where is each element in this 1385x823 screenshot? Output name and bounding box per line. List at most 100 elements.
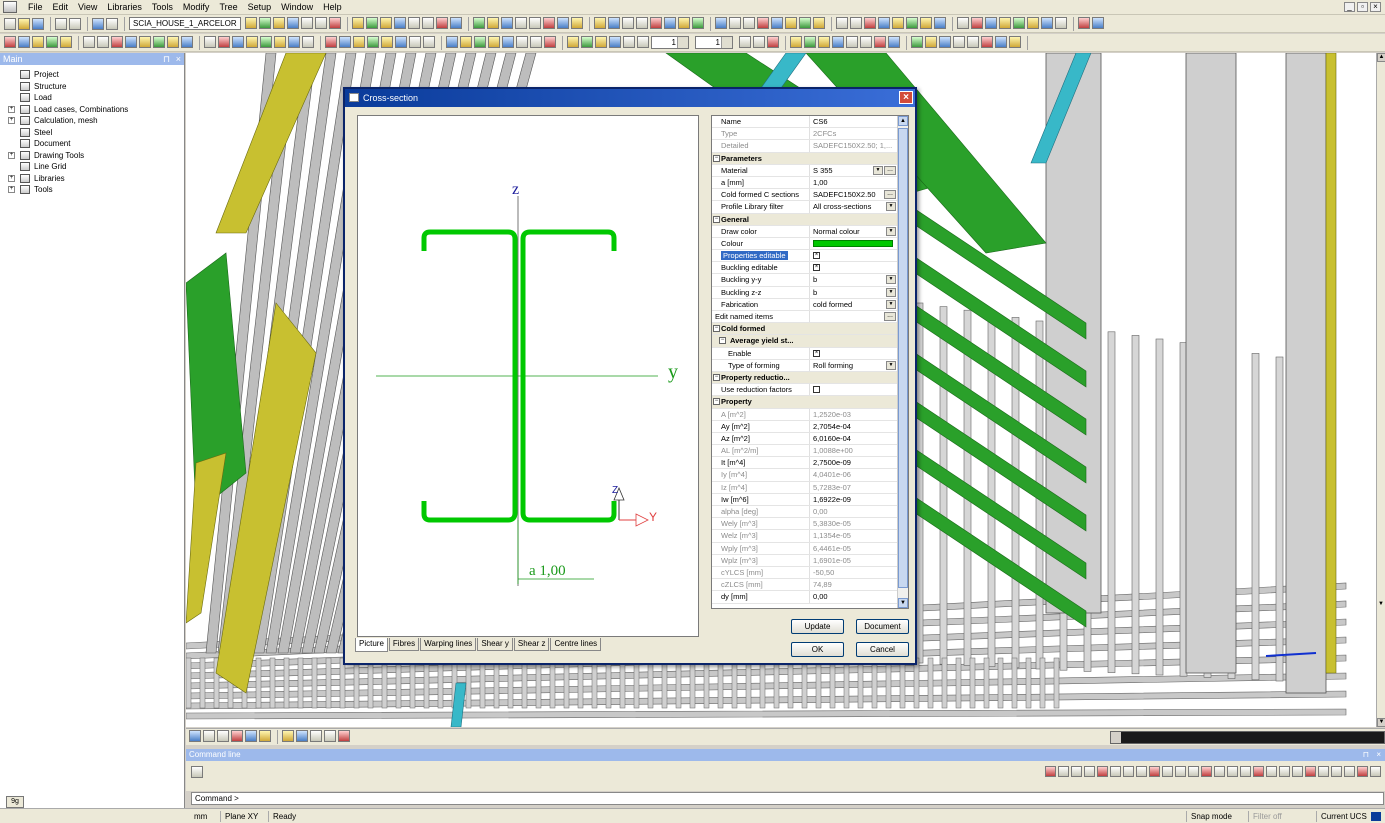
document-button[interactable]: Document: [856, 619, 909, 634]
tab-picture[interactable]: Picture: [355, 638, 388, 652]
tool-button-icon[interactable]: [395, 35, 407, 48]
dropdown-arrow-icon[interactable]: ▼: [886, 226, 896, 236]
category-cold-formed[interactable]: − Cold formed: [712, 323, 897, 336]
tool-button-icon[interactable]: [139, 35, 151, 48]
expand-icon[interactable]: +: [8, 174, 15, 182]
menu-libraries[interactable]: Libraries: [102, 0, 147, 15]
tree-item-line-grid[interactable]: Line Grid: [0, 161, 184, 173]
tree-item-project[interactable]: Project: [0, 69, 184, 81]
close-icon[interactable]: ×: [1376, 749, 1381, 761]
tree-item-calculation-mesh[interactable]: + Calculation, mesh: [0, 115, 184, 127]
pin-icon[interactable]: ⊓: [163, 53, 170, 65]
tool-button-icon[interactable]: [394, 16, 406, 29]
property-row-iw-m-6[interactable]: Iw [m^6] 1,6922e-09: [712, 493, 897, 506]
tab-centre-lines[interactable]: Centre lines: [550, 638, 602, 651]
tool-button-icon[interactable]: [595, 35, 607, 48]
tool-button-icon[interactable]: [692, 16, 704, 29]
property-row-use-reduction-factors[interactable]: Use reduction factors: [712, 384, 897, 397]
snap-icon[interactable]: [1318, 766, 1329, 777]
main-tab[interactable]: 9g: [6, 796, 24, 808]
tool-button-icon[interactable]: [282, 730, 294, 742]
tool-button-icon[interactable]: [925, 35, 937, 48]
tool-button-icon[interactable]: [310, 730, 322, 742]
tool-button-icon[interactable]: [892, 16, 904, 29]
tool-button-icon[interactable]: [1009, 35, 1021, 48]
property-value[interactable]: ×: [811, 262, 897, 273]
property-row-alpha-deg[interactable]: alpha [deg] 0,00: [712, 506, 897, 519]
tool-button-icon[interactable]: [637, 35, 649, 48]
menu-view[interactable]: View: [73, 0, 102, 15]
spin-input-2[interactable]: 1: [695, 36, 733, 49]
snap-icon[interactable]: [1136, 766, 1147, 777]
tool-button-icon[interactable]: [544, 35, 556, 48]
tree-item-load[interactable]: Load: [0, 92, 184, 104]
snap-icon[interactable]: [1253, 766, 1264, 777]
tool-button-icon[interactable]: [664, 16, 676, 29]
tool-button-icon[interactable]: [18, 35, 30, 48]
colour-swatch[interactable]: [813, 239, 893, 247]
open-folder-icon[interactable]: [18, 17, 30, 30]
tool-button-icon[interactable]: [181, 35, 193, 48]
restore-icon[interactable]: ▫: [1357, 2, 1368, 12]
viewport-hscroll[interactable]: [1110, 731, 1385, 744]
tool-button-icon[interactable]: [408, 16, 420, 29]
property-value[interactable]: 1,6922e-09: [811, 494, 897, 505]
tool-button-icon[interactable]: [609, 35, 621, 48]
tool-button-icon[interactable]: [971, 16, 983, 29]
property-value[interactable]: 0,00: [811, 591, 897, 602]
property-row-al-m-2-m[interactable]: AL [m^2/m] 1,0088e+00: [712, 445, 897, 458]
status-current-ucs[interactable]: Current UCS: [1316, 811, 1367, 822]
tool-button-icon[interactable]: [315, 16, 327, 29]
tool-button-icon[interactable]: [799, 16, 811, 29]
tool-button-icon[interactable]: [4, 35, 16, 48]
snap-icon[interactable]: [1175, 766, 1186, 777]
tool-button-icon[interactable]: [515, 16, 527, 29]
tool-button-icon[interactable]: [1027, 16, 1039, 29]
tool-button-icon[interactable]: [543, 16, 555, 29]
tree-item-structure[interactable]: Structure: [0, 81, 184, 93]
scroll-down-icon[interactable]: ▼: [1377, 718, 1385, 727]
property-row-iy-m-4[interactable]: Iy [m^4] 4,0401e-06: [712, 469, 897, 482]
property-row-draw-color[interactable]: Draw color Normal colour ▼: [712, 225, 897, 238]
tool-button-icon[interactable]: [487, 16, 499, 29]
tool-button-icon[interactable]: [985, 16, 997, 29]
tool-button-icon[interactable]: [60, 35, 72, 48]
snap-icon[interactable]: [1071, 766, 1082, 777]
tool-button-icon[interactable]: [934, 16, 946, 29]
tool-button-icon[interactable]: [97, 35, 109, 48]
tool-button-icon[interactable]: [381, 35, 393, 48]
snap-icon[interactable]: [1058, 766, 1069, 777]
property-row-az-m-2[interactable]: Az [m^2] 6,0160e-04: [712, 432, 897, 446]
tool-button-icon[interactable]: [338, 730, 350, 742]
property-row-edit-named-items[interactable]: Edit named items...: [712, 311, 897, 324]
tool-button-icon[interactable]: [203, 730, 215, 742]
expand-icon[interactable]: +: [8, 105, 15, 113]
ellipsis-button[interactable]: ...: [884, 312, 896, 321]
help-icon[interactable]: [106, 17, 118, 30]
expand-icon[interactable]: +: [8, 151, 15, 159]
minimize-icon[interactable]: _: [1344, 2, 1355, 12]
tool-button-icon[interactable]: [1013, 16, 1025, 29]
tool-button-icon[interactable]: [757, 16, 769, 29]
ucs-icon[interactable]: [1371, 812, 1381, 821]
tool-button-icon[interactable]: [678, 16, 690, 29]
property-row-material[interactable]: Material S 355 ▼...: [712, 164, 897, 177]
tool-button-icon[interactable]: [352, 16, 364, 29]
tool-button-icon[interactable]: [380, 16, 392, 29]
tool-button-icon[interactable]: [529, 16, 541, 29]
tool-button-icon[interactable]: [920, 16, 932, 29]
tool-button-icon[interactable]: [1078, 16, 1090, 29]
property-row-a-m-2[interactable]: A [m^2] 1,2520e-03: [712, 408, 897, 421]
tool-button-icon[interactable]: [329, 16, 341, 29]
tool-button-icon[interactable]: [608, 16, 620, 29]
tool-button-icon[interactable]: [739, 35, 751, 48]
tab-shear-y[interactable]: Shear y: [477, 638, 513, 651]
menu-tree[interactable]: Tree: [214, 0, 242, 15]
tool-button-icon[interactable]: [217, 730, 229, 742]
tool-button-icon[interactable]: [906, 16, 918, 29]
ok-button[interactable]: OK: [791, 642, 844, 657]
tool-button-icon[interactable]: [911, 35, 923, 48]
tool-button-icon[interactable]: [409, 35, 421, 48]
property-row-profile-library-filter[interactable]: Profile Library filter All cross-sections…: [712, 201, 897, 214]
tool-button-icon[interactable]: [650, 16, 662, 29]
